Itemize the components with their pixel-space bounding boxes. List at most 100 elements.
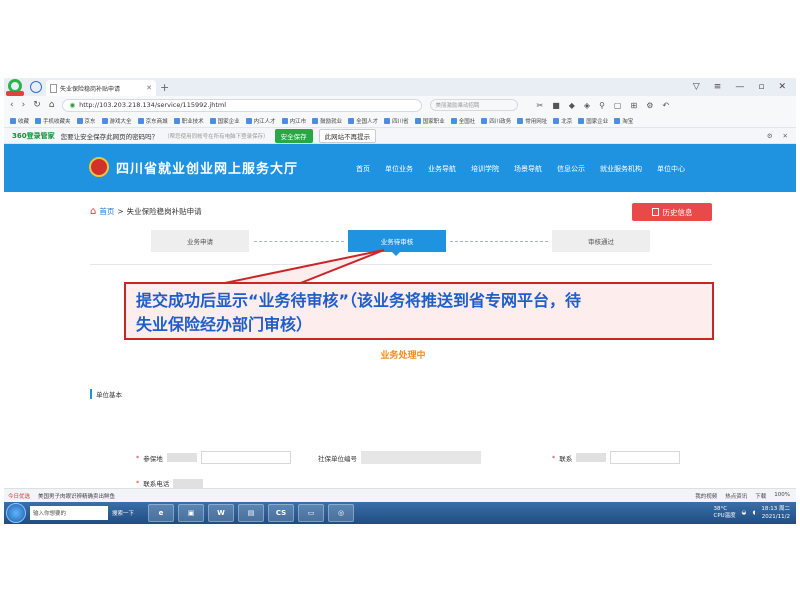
bookmark-item[interactable]: 手机收藏夹 [35,117,71,125]
menu-icon[interactable]: ≡ [714,82,722,92]
office-taskbar-icon[interactable]: ▣ [178,504,204,522]
forward-icon[interactable]: › [22,100,26,110]
today-picks[interactable]: 今日优选 [8,492,30,500]
bookmark-item[interactable]: 游戏大全 [101,117,132,125]
bookmark-item[interactable]: 北京 [553,117,572,125]
contact-input[interactable] [610,451,681,464]
bookmark-item[interactable]: 职业技术 [173,117,204,125]
callout-line-1: 提交成功后显示“业务待审核”（该业务将推送到省专网平台，待 [136,291,582,310]
shield-menu-icon[interactable]: ▽ [693,82,700,92]
restore-icon[interactable]: ▫ [758,82,764,92]
nav-unit-center[interactable]: 单位中心 [657,164,685,174]
bookmark-item[interactable]: 常用网址 [517,117,547,125]
back-icon[interactable]: ‹ [10,100,14,110]
nav-training[interactable]: 培训学院 [471,164,499,174]
step-connector [450,241,548,242]
start-button[interactable] [6,503,26,523]
tab-title: 失业保险稳岗补贴申请 [60,85,121,93]
folder-taskbar-icon[interactable]: ▤ [238,504,264,522]
apps-icon[interactable]: ⊞ [630,101,637,110]
page-icon [50,83,57,93]
redacted-value [166,453,197,462]
reload-icon[interactable]: ↻ [33,100,41,110]
document-icon [651,208,659,216]
network-icon[interactable]: ◒ [742,510,747,516]
cs-taskbar-icon[interactable]: CS [268,504,294,522]
window-icon[interactable]: ▢ [614,101,622,110]
history-button[interactable]: 历史信息 [632,203,712,221]
cpu-temp-label: CPU温度 [713,513,736,519]
settings-icon[interactable]: ⚙ [646,101,653,110]
nav-home[interactable]: 首页 [356,164,370,174]
bookmark-item[interactable]: 鼓励就业 [312,117,342,125]
downloads[interactable]: 下载 [755,492,766,500]
bookmark-item[interactable]: 收藏 [10,117,29,125]
step-pending-review: 业务待审核 [348,230,446,252]
window-taskbar-icon[interactable]: ▭ [298,504,324,522]
browser-logo-icon[interactable] [4,78,26,96]
undo-icon[interactable]: ↶ [662,101,669,110]
tab-menu-icon[interactable] [30,81,42,93]
taskbar-search-button[interactable]: 搜索一下 [112,509,144,517]
notice-settings-icon[interactable]: ⚙ [767,132,773,140]
volume-icon[interactable]: ◖ [752,510,755,516]
home-icon[interactable]: ⌂ [49,100,55,110]
bookmark-item[interactable]: 全国社 [450,117,475,125]
tab-active[interactable]: 失业保险稳岗补贴申请 ✕ [46,80,156,96]
minimize-icon[interactable]: — [735,82,744,92]
url-text: http://103.203.218.134/service/115992.jh… [79,101,227,109]
nav-scene-guide[interactable]: 场景导航 [514,164,542,174]
field-insured-place: * 参保地 [136,451,291,464]
breadcrumb-home[interactable]: 首页 [99,206,114,217]
window-controls: ▽ ≡ — ▫ ✕ [693,82,796,92]
cut-icon[interactable]: ✂ [536,101,543,110]
my-videos[interactable]: 我的视频 [695,492,717,500]
search-input[interactable]: 美丽激励乘动招聘 [430,99,519,111]
shield-icon[interactable]: ◆ [569,101,575,110]
hot-news[interactable]: 热点资讯 [725,492,747,500]
section-label: 单位基本 [90,389,122,399]
game-icon[interactable]: ◈ [584,101,590,110]
bookmark-item[interactable]: 四川政务 [481,117,511,125]
unit-code-input[interactable] [361,451,481,464]
secure-save-button[interactable]: 安全保存 [274,128,313,143]
nav-public-info[interactable]: 信息公示 [557,164,585,174]
word-taskbar-icon[interactable]: W [208,504,234,522]
extension-icon[interactable]: ■ [552,101,560,110]
bookmark-item[interactable]: 国家职业 [414,117,445,125]
windows-taskbar: 输入你想要的 搜索一下 e ▣ W ▤ CS ▭ ◎ 38°C CPU温度 ◒ … [4,502,796,524]
close-tab-icon[interactable]: ✕ [146,84,152,92]
wechat-taskbar-icon[interactable]: ◎ [328,504,354,522]
bookmark-item[interactable]: 国家企业 [578,117,608,125]
zoom-level[interactable]: 100% [774,492,790,500]
nav-service-agencies[interactable]: 就业服务机构 [600,164,642,174]
browser-taskbar-icon[interactable]: e [148,504,174,522]
news-ticker[interactable]: 美国男子肉眼识辨精确卖出鲜鱼 [38,492,115,500]
nav-unit-business[interactable]: 单位业务 [385,164,413,174]
field-contact: * 联系 [552,451,681,464]
never-remind-button[interactable]: 此网站不再提示 [318,128,377,143]
bookmark-item[interactable]: 国家企业 [209,117,240,125]
close-window-icon[interactable]: ✕ [778,82,786,92]
notice-hint: （帮您使用同帐号在所有电脑下登录保存） [164,133,269,140]
breadcrumb: ⌂ 首页 > 失业保险稳岗补贴申请 [90,206,202,217]
clock[interactable]: 18:13 周二 2021/11/2 [761,505,790,521]
bookmark-item[interactable]: 四川省 [384,117,409,125]
taskbar-search-input[interactable]: 输入你想要的 [30,506,108,520]
find-icon[interactable]: ⚲ [599,101,605,110]
bookmark-item[interactable]: 淘宝 [614,117,633,125]
bookmark-item[interactable]: 全国人才 [348,117,378,125]
callout-line-2: 失业保险经办部门审核） [136,315,313,334]
new-tab-icon[interactable]: + [160,81,169,94]
insured-place-select[interactable] [200,451,291,464]
bookmark-item[interactable]: 京东商城 [137,117,168,125]
bookmarks-bar: 收藏 手机收藏夹 京东 游戏大全 京东商城 职业技术 国家企业 内江人才 内江市… [4,114,796,128]
nav-business-guide[interactable]: 业务导航 [428,164,456,174]
notice-close-icon[interactable]: ✕ [783,132,788,140]
bookmark-item[interactable]: 内江人才 [245,117,276,125]
bookmark-item[interactable]: 京东 [76,117,96,125]
url-input[interactable]: ◉ http://103.203.218.134/service/115992.… [62,98,423,112]
notice-brand: 360登录管家 [12,131,55,140]
notice-question: 您要让安全保存此网页的密码吗？ [60,132,159,141]
bookmark-item[interactable]: 内江市 [281,117,306,125]
